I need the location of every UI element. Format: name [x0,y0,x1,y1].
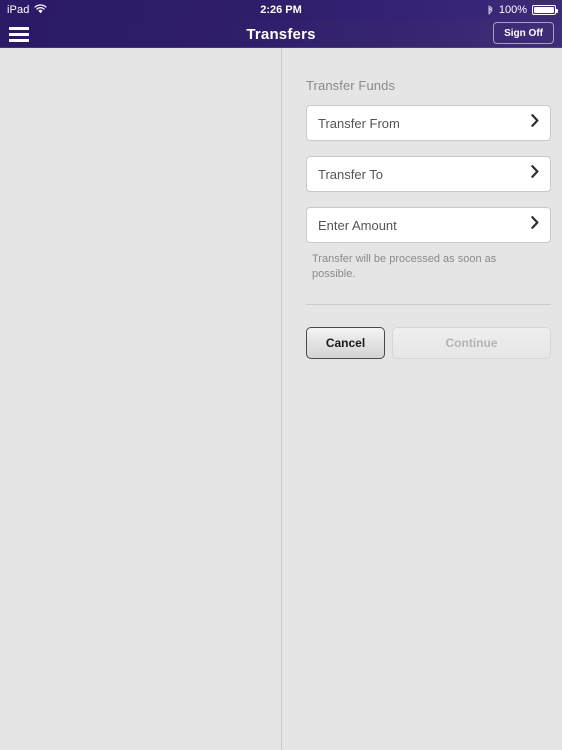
sign-off-button[interactable]: Sign Off [493,22,554,44]
clock-label: 2:26 PM [260,4,302,16]
transfer-from-label: Transfer From [318,115,400,131]
left-detail-panel [0,48,281,750]
page-title-label: Transfers [246,25,316,43]
section-title: Transfer Funds [306,78,396,93]
bluetooth-icon [487,3,494,18]
status-bar-right: 100% [487,0,558,20]
enter-amount-label: Enter Amount [318,217,397,233]
form-divider [306,304,551,305]
chevron-right-icon [531,114,539,132]
battery-full-icon [532,5,558,15]
battery-fill [534,7,554,13]
helper-text: Transfer will be processed as soon as po… [312,253,497,280]
ipad-app-screen: iPad 2:26 PM 100% Transfers Sign Off Tra… [0,0,562,750]
navigation-bar: Transfers Sign Off [0,20,562,48]
cancel-button[interactable]: Cancel [306,327,385,359]
transfer-form-panel: Transfer Funds Transfer From Transfer To [282,48,562,750]
battery-percent-label: 100% [498,4,527,16]
continue-button[interactable]: Continue [392,327,551,359]
transfer-to-row[interactable]: Transfer To [306,156,551,192]
continue-label: Continue [445,336,498,350]
transfer-from-row[interactable]: Transfer From [306,105,551,141]
chevron-right-icon [531,216,539,234]
cancel-label: Cancel [325,336,366,350]
page-title: Transfers [0,20,562,48]
content-area: Transfer Funds Transfer From Transfer To [0,48,562,750]
enter-amount-row[interactable]: Enter Amount [306,207,551,243]
status-bar-clock: 2:26 PM [0,0,562,20]
transfer-to-label: Transfer To [318,166,384,182]
chevron-right-icon [531,165,539,183]
status-bar: iPad 2:26 PM 100% [0,0,562,20]
sign-off-label: Sign Off [504,27,543,39]
